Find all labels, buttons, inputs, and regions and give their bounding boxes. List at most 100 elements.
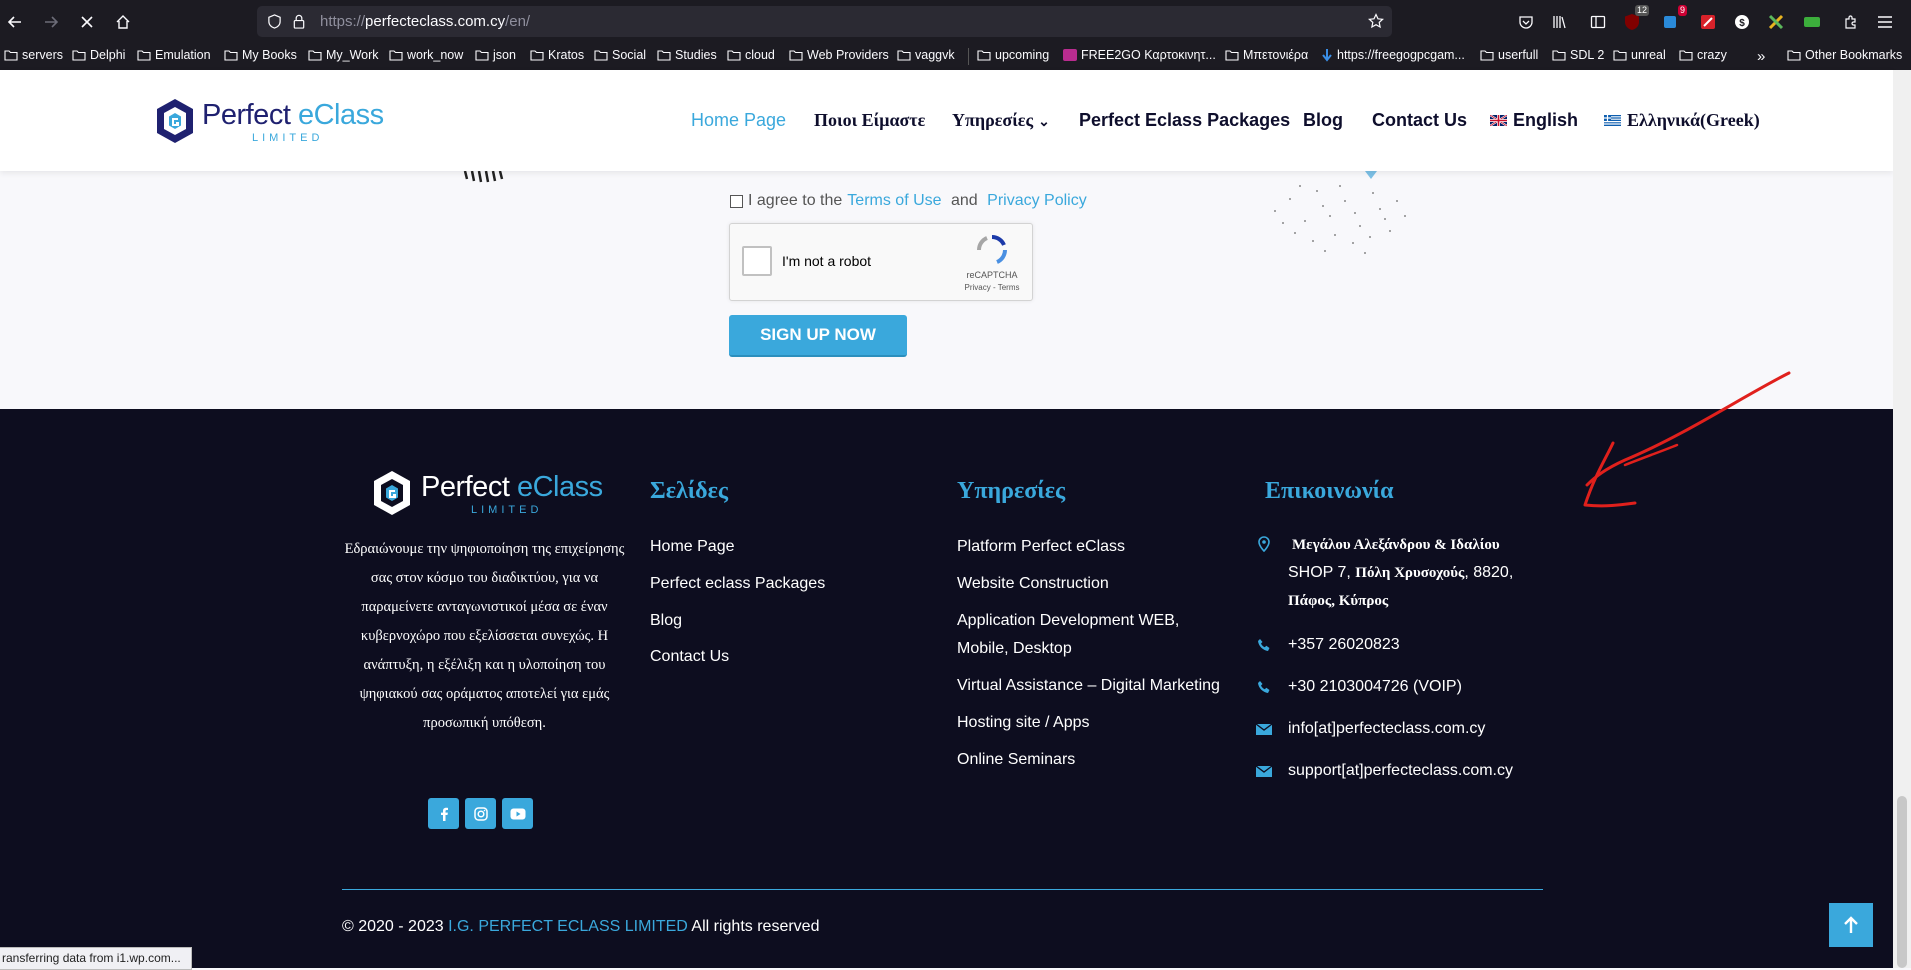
scroll-to-top-button[interactable] [1829, 903, 1873, 947]
forward-arrow-icon[interactable] [38, 9, 64, 35]
free2go-icon [1063, 49, 1077, 61]
home-icon[interactable] [110, 9, 136, 35]
bookmark-star-icon[interactable] [1368, 13, 1384, 29]
bookmark-item[interactable]: My_Work [308, 48, 379, 62]
ublock-badge: 12 [1634, 5, 1649, 16]
instagram-icon[interactable] [465, 798, 496, 829]
footer-link-home[interactable]: Home Page [650, 537, 735, 557]
bookmark-item[interactable]: SDL 2 [1552, 48, 1604, 62]
nav-language-greek[interactable]: Ελληνικά(Greek) [1604, 110, 1760, 131]
bookmark-item[interactable]: Web Providers [789, 48, 889, 62]
hamburger-menu-icon[interactable] [1874, 11, 1896, 33]
nav-language-english[interactable]: English [1490, 110, 1578, 131]
stop-loading-icon[interactable] [74, 9, 100, 35]
address-bar[interactable]: https://perfecteclass.com.cy/en/ [257, 6, 1392, 37]
bookmark-item[interactable]: Μπετονιέρα [1225, 48, 1308, 62]
annotation-arrow [1583, 371, 1791, 508]
bookmark-label: Web Providers [807, 48, 889, 62]
extension-green-icon[interactable] [1801, 11, 1823, 33]
footer-logo[interactable]: Perfect eClass LIMITED [371, 469, 611, 519]
contact-email-support[interactable]: support[at]perfecteclass.com.cy [1288, 757, 1513, 785]
url-text[interactable]: https://perfecteclass.com.cy/en/ [320, 13, 530, 30]
bookmarks-overflow-button[interactable]: » [1757, 48, 1765, 65]
bookmark-item[interactable]: work_now [389, 48, 463, 62]
copyright-company-link[interactable]: I.G. PERFECT ECLASS LIMITED [448, 918, 688, 935]
bookmark-item[interactable]: Other Bookmarks [1787, 48, 1902, 62]
footer-service-virtual-assistance[interactable]: Virtual Assistance – Digital Marketing [957, 676, 1220, 696]
bookmark-item[interactable]: upcoming [977, 48, 1049, 62]
bookmark-item[interactable]: unreal [1613, 48, 1666, 62]
folder-icon [308, 50, 322, 61]
logo-text-perfect: Perfect [202, 99, 298, 131]
sidebar-icon[interactable] [1587, 11, 1609, 33]
logo-subtitle: LIMITED [252, 132, 324, 144]
ublock-icon[interactable]: 12 [1621, 5, 1649, 33]
footer-service-hosting[interactable]: Hosting site / Apps [957, 713, 1090, 733]
bookmark-item[interactable]: Studies [657, 48, 717, 62]
browser-status-bar: ransferring data from i1.wp.com... [0, 947, 192, 970]
pocket-icon[interactable] [1515, 11, 1537, 33]
bookmark-item[interactable]: My Books [224, 48, 297, 62]
nav-contact-us[interactable]: Contact Us [1372, 110, 1467, 131]
contact-phone-2[interactable]: +30 2103004726 (VOIP) [1288, 673, 1462, 701]
bookmark-item[interactable]: json [475, 48, 516, 62]
nav-packages[interactable]: Perfect Eclass Packages [1079, 110, 1290, 131]
sign-up-button[interactable]: SIGN UP NOW [729, 315, 907, 357]
bookmark-item[interactable]: cloud [727, 48, 775, 62]
page-scrollbar[interactable] [1893, 70, 1911, 968]
shield-icon[interactable] [267, 14, 282, 29]
extension-dollar-icon[interactable]: $ [1731, 11, 1753, 33]
decorative-stripes [463, 171, 504, 183]
footer-link-blog[interactable]: Blog [650, 611, 682, 631]
bookmark-item[interactable]: servers [4, 48, 63, 62]
folder-icon [475, 50, 489, 61]
footer-service-platform[interactable]: Platform Perfect eClass [957, 537, 1125, 557]
recaptcha-checkbox[interactable] [742, 246, 772, 276]
bookmark-item[interactable]: vaggvk [897, 48, 955, 62]
nav-home-page[interactable]: Home Page [691, 110, 786, 131]
footer-service-app-dev[interactable]: Application Development WEB, Mobile, Des… [957, 607, 1207, 663]
nav-who-we-are[interactable]: Ποιοι Είμαστε [814, 110, 925, 131]
bookmark-label: json [493, 48, 516, 62]
library-icon[interactable] [1549, 11, 1571, 33]
contact-column-title: Επικοινωνία [1265, 478, 1394, 504]
location-pin-icon [1254, 534, 1274, 554]
scrollbar-thumb[interactable] [1897, 796, 1907, 968]
extension-blue-icon[interactable]: 9 [1659, 5, 1687, 33]
footer-service-seminars[interactable]: Online Seminars [957, 750, 1075, 770]
copyright-years: © 2020 - 2023 [342, 918, 449, 935]
bookmark-item[interactable]: crazy [1679, 48, 1727, 62]
lock-icon[interactable] [292, 14, 306, 29]
terms-of-use-link[interactable]: Terms of Use [847, 192, 941, 210]
bookmark-item[interactable]: Social [594, 48, 646, 62]
nav-services[interactable]: Υπηρεσίες ⌄ [952, 110, 1050, 131]
footer-service-website[interactable]: Website Construction [957, 574, 1109, 594]
site-logo[interactable]: Perfect eClass LIMITED [154, 97, 394, 147]
nav-greek-label: Ελληνικά(Greek) [1627, 110, 1760, 130]
bookmark-label: https://freegogpcgam... [1337, 48, 1465, 62]
bookmark-item[interactable]: https://freegogpcgam... [1321, 48, 1465, 62]
folder-icon [72, 50, 86, 61]
folder-icon [897, 50, 911, 61]
facebook-icon[interactable] [428, 798, 459, 829]
youtube-icon[interactable] [502, 798, 533, 829]
bookmark-item[interactable]: Kratos [530, 48, 584, 62]
contact-phone-1[interactable]: +357 26020823 [1288, 631, 1400, 659]
logo-wordmark: Perfect eClass [202, 99, 384, 132]
footer-link-packages[interactable]: Perfect eclass Packages [650, 574, 825, 594]
extension-red-icon[interactable] [1697, 11, 1719, 33]
extensions-puzzle-icon[interactable] [1840, 11, 1862, 33]
copyright-text: © 2020 - 2023 I.G. PERFECT ECLASS LIMITE… [342, 918, 819, 936]
bookmark-item[interactable]: Emulation [137, 48, 211, 62]
footer-link-contact[interactable]: Contact Us [650, 647, 729, 667]
terms-checkbox[interactable] [730, 194, 743, 208]
bookmark-item[interactable]: FREE2GO Καρτοκινητ... [1063, 48, 1216, 62]
contact-email-info[interactable]: info[at]perfecteclass.com.cy [1288, 715, 1485, 743]
back-arrow-icon[interactable] [2, 9, 28, 35]
bookmark-item[interactable]: Delphi [72, 48, 125, 62]
bookmark-item[interactable]: userfull [1480, 48, 1538, 62]
privacy-policy-link[interactable]: Privacy Policy [987, 192, 1087, 210]
nav-blog[interactable]: Blog [1303, 110, 1343, 131]
recaptcha-privacy-terms[interactable]: Privacy - Terms [962, 283, 1022, 292]
extension-tools-icon[interactable] [1765, 11, 1787, 33]
